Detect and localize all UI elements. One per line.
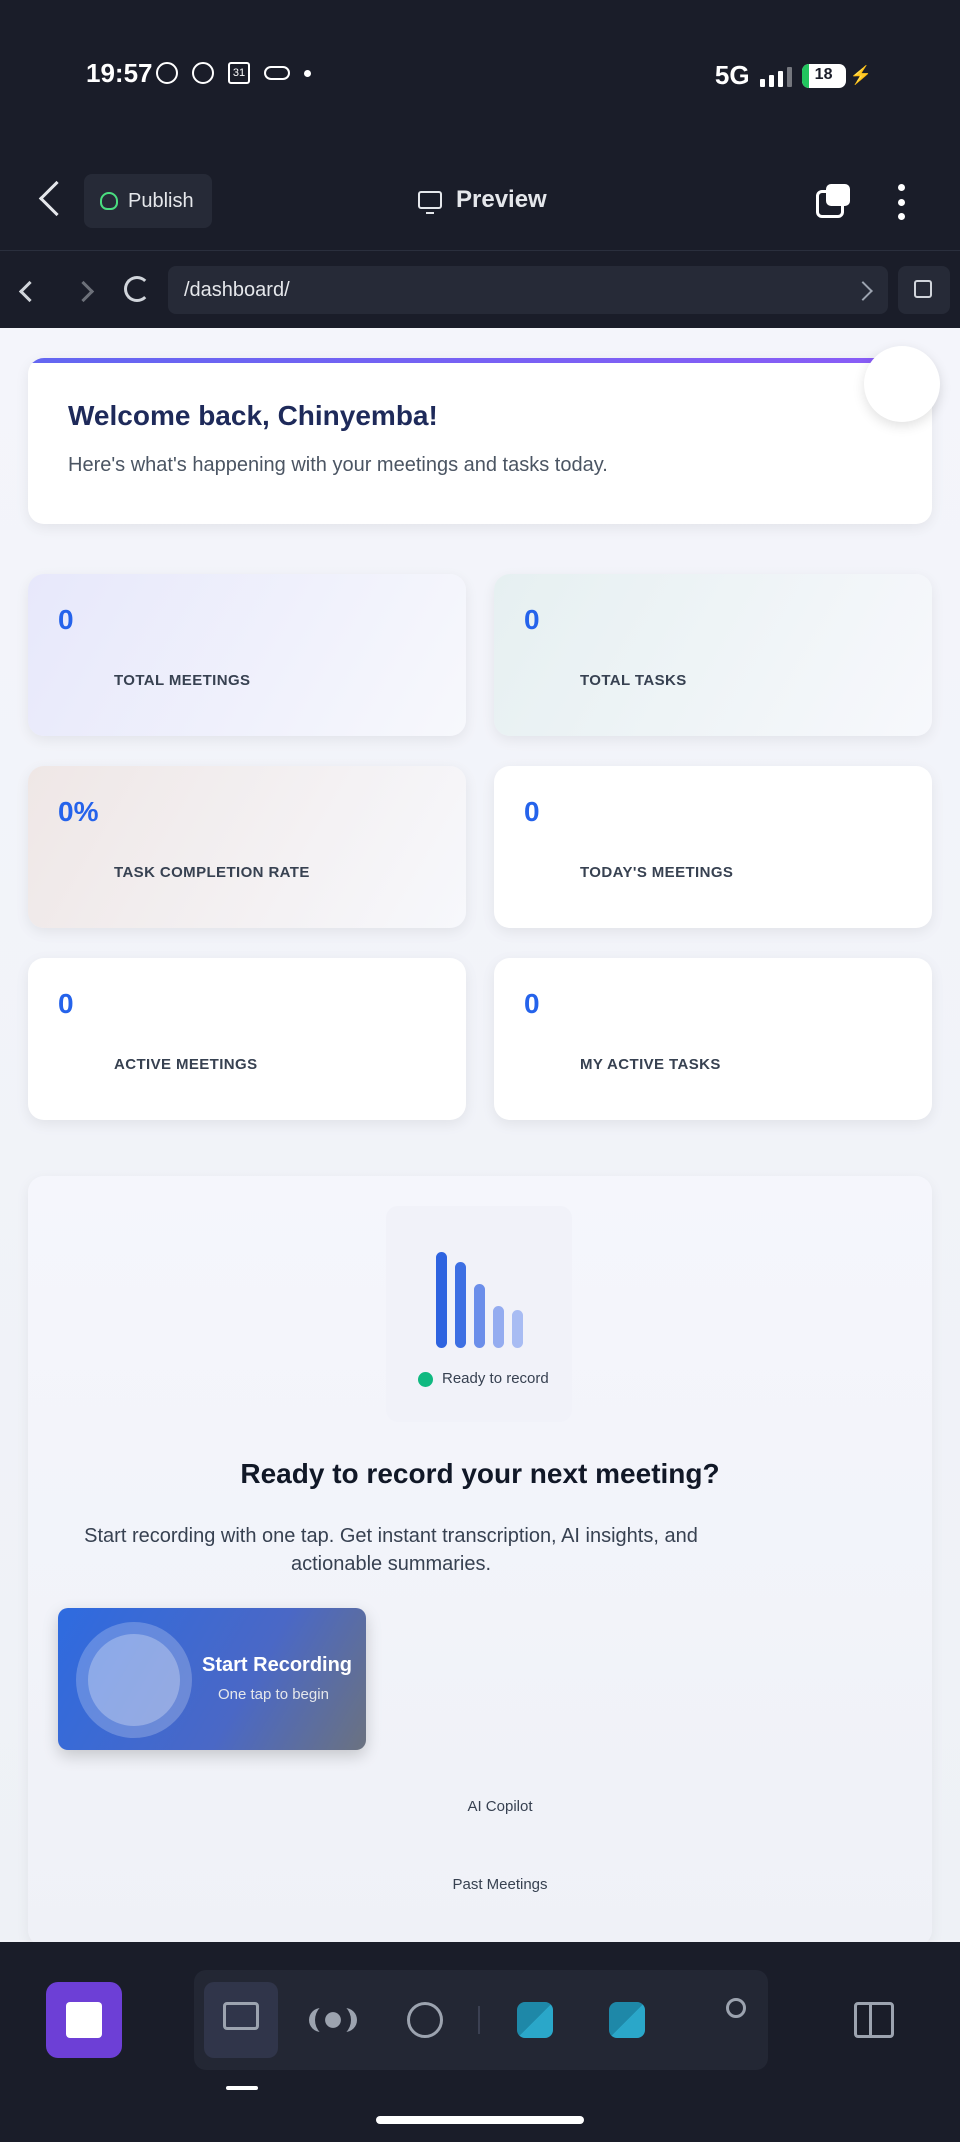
publish-button[interactable]: Publish — [84, 174, 212, 228]
stat-label: ACTIVE MEETINGS — [114, 1056, 258, 1073]
stat-card-total-tasks[interactable]: 0 TOTAL TASKS — [494, 574, 932, 736]
recorder-description: Start recording with one tap. Get instan… — [84, 1525, 698, 1575]
python-icon — [517, 2002, 553, 2038]
network-type: 5G — [714, 60, 750, 90]
status-time: 19:57 — [86, 58, 153, 88]
python-tool-button[interactable] — [498, 1982, 572, 2058]
tabs-icon[interactable] — [816, 184, 850, 218]
url-field[interactable]: /dashboard/ — [168, 266, 888, 314]
stat-value: 0% — [58, 796, 99, 827]
visualizer-bar — [436, 1252, 447, 1348]
stat-label: TODAY'S MEETINGS — [580, 864, 734, 881]
stat-value: 0 — [58, 604, 74, 635]
home-indicator[interactable] — [376, 2116, 584, 2124]
stat-card-todays-meetings[interactable]: 0 TODAY'S MEETINGS — [494, 766, 932, 928]
cluster-icon — [315, 2002, 351, 2038]
divider — [0, 250, 960, 251]
record-icon — [76, 1622, 192, 1738]
start-recording-sublabel: One tap to begin — [218, 1686, 329, 1703]
publish-label: Publish — [128, 189, 194, 212]
stat-label: TASK COMPLETION RATE — [114, 864, 310, 881]
stat-card-total-meetings[interactable]: 0 TOTAL MEETINGS — [28, 574, 466, 736]
visualizer-bar — [474, 1284, 485, 1348]
globe-icon — [407, 2002, 443, 2038]
recorder-title: Ready to record your next meeting? — [240, 1458, 720, 1489]
past-meetings-link[interactable]: Past Meetings — [0, 1876, 960, 1893]
active-indicator — [226, 2086, 258, 2090]
calendar-icon: 31 — [228, 62, 250, 84]
stat-card-task-completion[interactable]: 0% TASK COMPLETION RATE — [28, 766, 466, 928]
recorder-status: Ready to record — [442, 1370, 549, 1387]
voicemail-icon — [264, 66, 290, 80]
globe-tool-button[interactable] — [388, 1982, 462, 2058]
charging-icon: ⚡ — [849, 65, 872, 85]
stat-label: TOTAL MEETINGS — [114, 672, 251, 689]
reload-icon[interactable] — [124, 276, 150, 302]
more-menu-icon[interactable] — [896, 184, 906, 220]
visualizer-bar — [455, 1262, 466, 1348]
preview-label: Preview — [456, 186, 547, 213]
stat-label: TOTAL TASKS — [580, 672, 687, 689]
battery-level: 18 — [814, 65, 833, 83]
welcome-subtitle: Here's what's happening with your meetin… — [68, 454, 608, 476]
welcome-accent-bar — [28, 358, 932, 363]
cluster-tool-button[interactable] — [296, 1982, 370, 2058]
stat-label: MY ACTIVE TASKS — [580, 1056, 721, 1073]
start-recording-button[interactable]: Start Recording One tap to begin — [58, 1608, 366, 1750]
stat-value: 0 — [524, 604, 540, 635]
battery-icon: 18 — [801, 63, 846, 88]
monitor-icon — [223, 2002, 259, 2030]
floating-circle[interactable] — [864, 346, 940, 422]
ai-copilot-link[interactable]: AI Copilot — [0, 1798, 960, 1815]
soccer-ball-icon — [192, 62, 214, 84]
chat-icon — [156, 62, 178, 84]
open-external-icon[interactable] — [898, 266, 950, 314]
graph-tool-button[interactable] — [682, 1982, 756, 2058]
stat-value: 0 — [524, 988, 540, 1019]
audio-visualizer: Ready to record — [386, 1206, 572, 1422]
tree-icon — [100, 192, 118, 210]
preview-button[interactable]: Preview — [418, 186, 547, 214]
python-tool-button-2[interactable] — [590, 1982, 664, 2058]
stop-button[interactable] — [46, 1982, 122, 2058]
split-view-icon[interactable] — [854, 2002, 894, 2038]
go-arrow-icon[interactable] — [853, 281, 873, 301]
stop-icon — [66, 2002, 102, 2038]
graph-icon — [726, 1998, 746, 2018]
stat-card-active-meetings[interactable]: 0 ACTIVE MEETINGS — [28, 958, 466, 1120]
visualizer-bar — [493, 1306, 504, 1348]
monitor-icon — [418, 191, 442, 214]
url-text: /dashboard/ — [184, 278, 290, 301]
welcome-card: Welcome back, Chinyemba! Here's what's h… — [28, 358, 932, 524]
system-status: 5G 18 ⚡ — [715, 60, 872, 91]
python-icon — [609, 2002, 645, 2038]
dot-icon — [304, 69, 311, 77]
stat-card-my-active-tasks[interactable]: 0 MY ACTIVE TASKS — [494, 958, 932, 1120]
status-notification-icons: 31 — [156, 62, 311, 84]
stat-value: 0 — [524, 796, 540, 827]
preview-tool-button[interactable] — [204, 1982, 278, 2058]
tool-separator — [478, 2006, 480, 2034]
welcome-title: Welcome back, Chinyemba! — [68, 400, 438, 431]
visualizer-bar — [512, 1310, 523, 1348]
start-recording-label: Start Recording — [202, 1654, 353, 1676]
signal-icon — [759, 65, 792, 87]
status-dot — [418, 1372, 433, 1387]
stat-value: 0 — [58, 988, 74, 1019]
